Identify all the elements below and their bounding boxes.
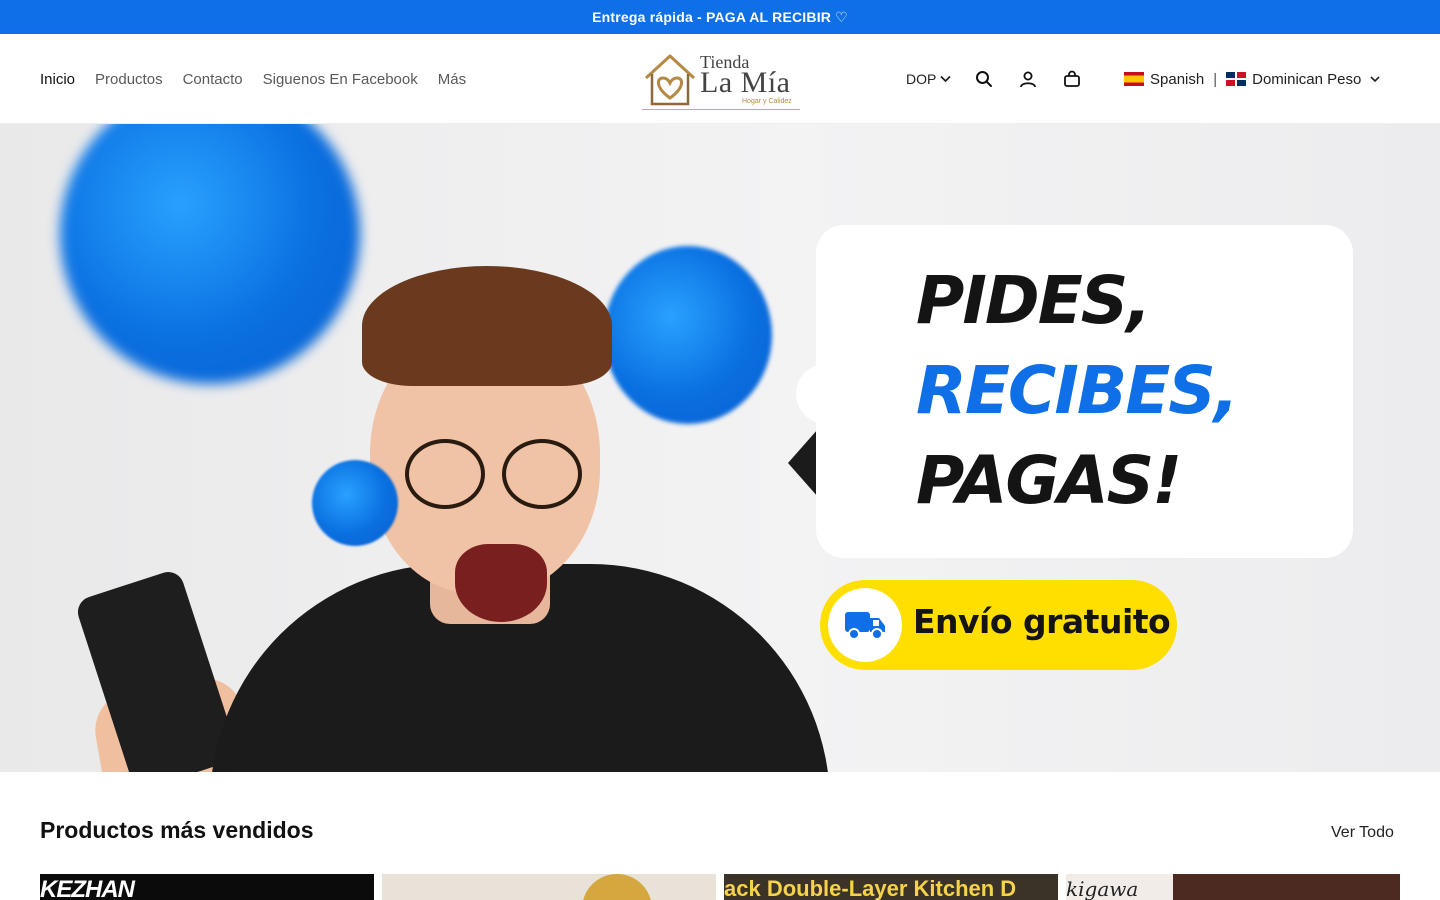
speech-bubble-notch [796,364,826,424]
currency-selector[interactable]: DOP [906,71,951,87]
nav-item-productos[interactable]: Productos [95,71,163,88]
hero-person-hair [362,266,612,386]
nav-item-mas[interactable]: Más [438,71,466,88]
product-card[interactable]: KEZHAN [40,874,374,900]
logo-underline [642,109,800,110]
product-card[interactable] [382,874,716,900]
glasses-right-lens [502,439,582,509]
separator: | [1213,70,1218,88]
house-heart-logo-icon [644,54,696,106]
hero-banner[interactable]: PIDES, RECIBES, PAGAS! Envío gratuito [0,124,1440,772]
hero-headline-line3: PAGAS! [916,442,1182,519]
decorative-blue-blob [60,124,360,384]
hero-headline-line1: PIDES, [916,262,1151,339]
chevron-down-icon [940,75,951,83]
spain-flag-icon [1124,72,1144,86]
header-utilities: DOP [906,34,1105,124]
decorative-blue-blob [604,246,772,424]
cart-button[interactable] [1061,68,1083,90]
nav-item-inicio[interactable]: Inicio [40,71,75,88]
search-icon [976,71,993,87]
product-image-text: KEZHAN [40,876,135,900]
language-currency-switcher[interactable]: Spanish | Dominican Peso [1124,34,1380,124]
free-shipping-label: Envío gratuito [913,602,1171,641]
truck-icon-circle [828,588,902,662]
white-heart-icon: ♡ [835,8,848,25]
product-image-text: kigawa [1066,877,1139,900]
currency-label: DOP [906,71,937,87]
logo-tagline: Hogar y Calidez [742,98,792,105]
language-label: Spanish [1150,70,1205,88]
product-card[interactable]: ack Double-Layer Kitchen D [724,874,1058,900]
free-shipping-badge: Envío gratuito [820,580,1177,670]
truck-icon [845,612,885,640]
search-button[interactable] [973,68,995,90]
site-logo[interactable]: Tienda La Mía Hogar y Calidez [642,50,802,112]
nav-item-contacto[interactable]: Contacto [183,71,243,88]
account-button[interactable] [1017,68,1039,90]
hero-person-mouth [455,544,547,622]
announcement-text: Entrega rápida - PAGA AL RECIBIR [592,9,832,25]
view-all-link[interactable]: Ver Todo [1331,824,1394,842]
product-card[interactable]: kigawa [1066,874,1400,900]
product-image [582,874,652,900]
product-grid: KEZHAN ack Double-Layer Kitchen D kigawa [40,874,1400,900]
announcement-bar: Entrega rápida - PAGA AL RECIBIR ♡ [0,0,1440,34]
logo-line2: La Mía [700,66,791,99]
currency-name-label: Dominican Peso [1252,70,1362,88]
hero-headline-line2: RECIBES, [916,352,1239,429]
glasses-left-lens [405,439,485,509]
chevron-down-icon [1370,76,1380,83]
dominican-flag-icon [1226,72,1247,86]
best-sellers-title: Productos más vendidos [40,817,314,843]
nav-item-facebook[interactable]: Siguenos En Facebook [263,71,418,88]
main-nav: Inicio Productos Contacto Siguenos En Fa… [40,34,466,124]
product-image-text: ack Double-Layer Kitchen D [724,876,1017,900]
cart-icon [1064,70,1081,87]
account-icon [1020,71,1037,88]
decorative-blue-blob [312,460,398,546]
speech-bubble-tail [788,429,818,497]
site-header: Inicio Productos Contacto Siguenos En Fa… [0,34,1440,124]
